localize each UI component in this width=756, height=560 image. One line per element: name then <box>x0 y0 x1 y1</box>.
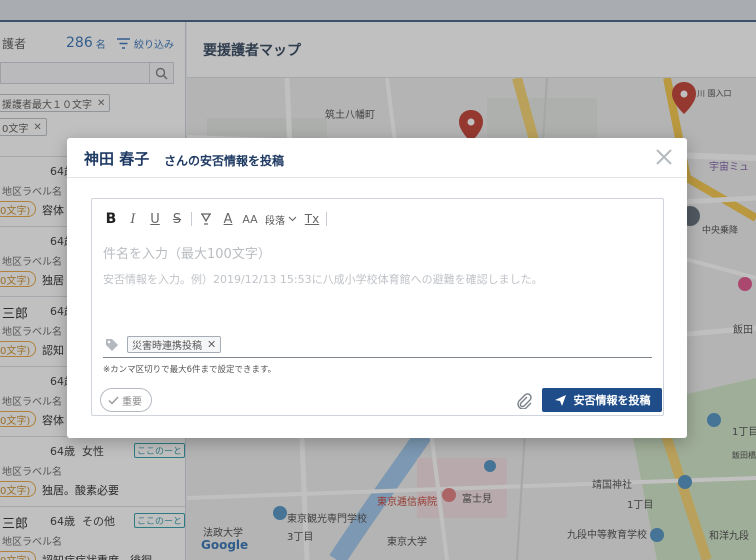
submit-button[interactable]: 安否情報を投稿 <box>542 388 662 412</box>
italic-button[interactable]: I <box>122 207 144 231</box>
font-color-button[interactable]: A <box>217 207 239 231</box>
send-icon <box>554 394 566 406</box>
font-size-button[interactable]: AA <box>239 207 261 231</box>
remove-tag-icon[interactable]: ✕ <box>207 338 216 351</box>
editor-toolbar: B I U S A AA 段落 Tx <box>100 207 330 231</box>
paragraph-label: 段落 <box>265 215 285 227</box>
tag-hint: ※カンマ区切りで最大6件まで設定できます。 <box>103 365 277 375</box>
attachment-icon[interactable] <box>514 391 534 411</box>
tag-chip-label: 災害時連携投稿 <box>132 341 202 352</box>
tag-icon <box>103 336 121 354</box>
important-toggle[interactable]: 重要 <box>100 388 152 412</box>
person-name-title: 神田 春子 <box>84 150 150 168</box>
body-textarea[interactable] <box>103 271 651 327</box>
toolbar-divider <box>326 212 327 226</box>
important-label: 重要 <box>122 396 142 408</box>
tag-input[interactable]: 災害時連携投稿 ✕ <box>103 332 652 358</box>
submit-label: 安否情報を投稿 <box>573 394 651 407</box>
post-editor: B I U S A AA 段落 Tx 災害時連携投稿 ✕ <box>91 198 664 416</box>
check-icon <box>108 396 119 405</box>
chevron-down-icon <box>288 216 297 222</box>
clear-format-button[interactable]: Tx <box>301 207 323 231</box>
strikethrough-button[interactable]: S <box>166 207 188 231</box>
highlighter-icon <box>201 213 211 225</box>
post-safety-info-dialog: 神田 春子 さんの安否情報を投稿 B I U S A AA 段落 Tx 件名を入… <box>67 138 687 438</box>
dialog-title: さんの安否情報を投稿 <box>164 154 285 168</box>
subject-input[interactable] <box>103 243 643 265</box>
bold-button[interactable]: B <box>100 207 122 231</box>
paragraph-dropdown[interactable]: 段落 <box>261 207 301 231</box>
close-icon[interactable] <box>653 146 675 168</box>
highlight-button[interactable] <box>195 207 217 231</box>
underline-button[interactable]: U <box>144 207 166 231</box>
dialog-header: 神田 春子 さんの安否情報を投稿 <box>67 138 687 178</box>
toolbar-divider <box>191 212 192 226</box>
tag-chip: 災害時連携投稿 ✕ <box>127 336 222 353</box>
